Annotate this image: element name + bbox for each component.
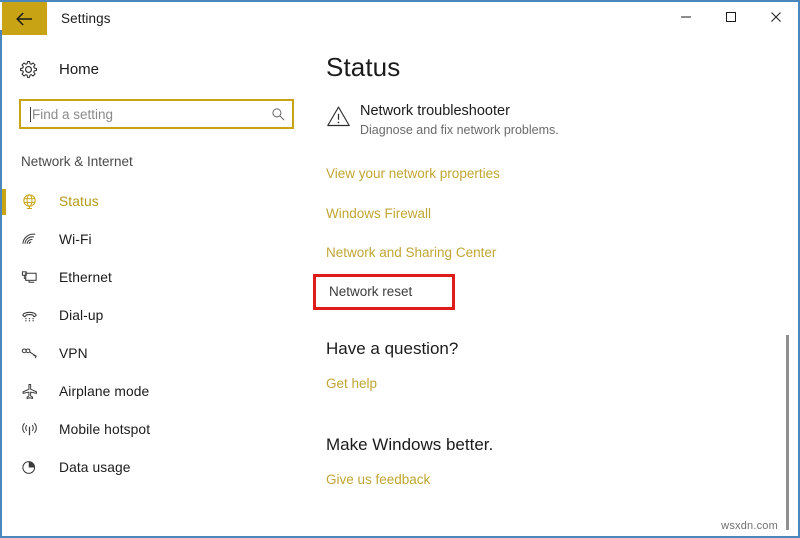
vpn-icon [21,345,47,362]
window-controls [663,2,798,35]
network-troubleshooter[interactable]: Network troubleshooter Diagnose and fix … [312,80,798,139]
make-windows-better-heading: Make Windows better. [326,435,494,454]
sidebar-item-ethernet[interactable]: Ethernet [2,259,312,297]
search-box[interactable] [19,99,294,129]
settings-window: Settings Home Find a setting Network & I… [0,0,800,538]
sidebar-item-airplane-mode[interactable]: Airplane mode [2,373,312,411]
back-arrow-icon [15,11,35,27]
sidebar-item-wifi[interactable]: Wi-Fi [2,221,312,259]
app-title: Settings [61,11,111,26]
ethernet-icon [21,269,47,286]
link-network-and-sharing-center[interactable]: Network and Sharing Center [312,220,798,260]
search-icon[interactable] [264,107,292,122]
sidebar-item-data-usage-label: Data usage [59,460,131,475]
maximize-button[interactable] [708,2,753,35]
link-view-network-properties[interactable]: View your network properties [312,139,798,181]
sidebar-item-mobile-hotspot-label: Mobile hotspot [59,422,151,437]
have-a-question-heading: Have a question? [326,338,459,358]
sidebar-item-vpn-label: VPN [59,346,88,361]
sidebar-item-airplane-mode-label: Airplane mode [59,384,150,399]
close-button[interactable] [753,2,798,35]
link-network-reset[interactable]: Network reset [316,285,412,299]
gear-icon [19,60,49,79]
sidebar-item-data-usage[interactable]: Data usage [2,449,312,487]
sidebar-item-home[interactable]: Home [2,47,312,91]
network-troubleshooter-title: Network troubleshooter [360,103,510,119]
maximize-icon [725,10,737,28]
dialup-phone-icon [21,307,47,324]
airplane-icon [21,383,47,400]
network-troubleshooter-text: Network troubleshooter Diagnose and fix … [360,102,559,139]
sidebar-item-mobile-hotspot[interactable]: Mobile hotspot [2,411,312,449]
sidebar-item-dialup[interactable]: Dial-up [2,297,312,335]
titlebar: Settings [2,2,798,35]
sidebar-item-wifi-label: Wi-Fi [59,232,92,247]
sidebar-item-home-label: Home [59,60,100,78]
sidebar-item-status-label: Status [59,194,99,209]
page-title: Status [326,52,401,82]
close-icon [770,10,782,28]
sidebar-item-ethernet-label: Ethernet [59,270,112,285]
sidebar-item-status[interactable]: Status [2,183,312,221]
watermark: wsxdn.com [721,520,778,532]
back-button[interactable] [2,2,47,35]
sidebar-item-dialup-label: Dial-up [59,308,104,323]
globe-icon [21,193,47,210]
sidebar: Home Network & Internet [2,35,312,536]
hotspot-icon [21,421,47,438]
link-windows-firewall[interactable]: Windows Firewall [312,181,798,221]
sidebar-group-title: Network & Internet [21,154,133,169]
network-reset-highlight-box: Network reset [313,273,455,310]
minimize-icon [680,10,692,28]
warning-triangle-icon [326,102,360,133]
titlebar-drag-area[interactable] [111,2,663,35]
minimize-button[interactable] [663,2,708,35]
network-troubleshooter-subtitle: Diagnose and fix network problems. [360,123,559,138]
selected-accent-bar [2,188,6,215]
wifi-icon [21,231,47,248]
vertical-scrollbar[interactable] [782,35,792,536]
link-get-help[interactable]: Get help [312,357,798,391]
scrollbar-thumb[interactable] [786,335,789,530]
sidebar-item-vpn[interactable]: VPN [2,335,312,373]
link-give-us-feedback[interactable]: Give us feedback [312,453,798,487]
sidebar-nav-list: Status Wi-Fi Ethernet Dial-up VPN Airpla… [2,183,312,487]
main-content: Status Network troubleshooter Diagnose a… [312,35,798,536]
data-usage-pie-icon [21,459,47,476]
search-input[interactable] [31,106,264,122]
